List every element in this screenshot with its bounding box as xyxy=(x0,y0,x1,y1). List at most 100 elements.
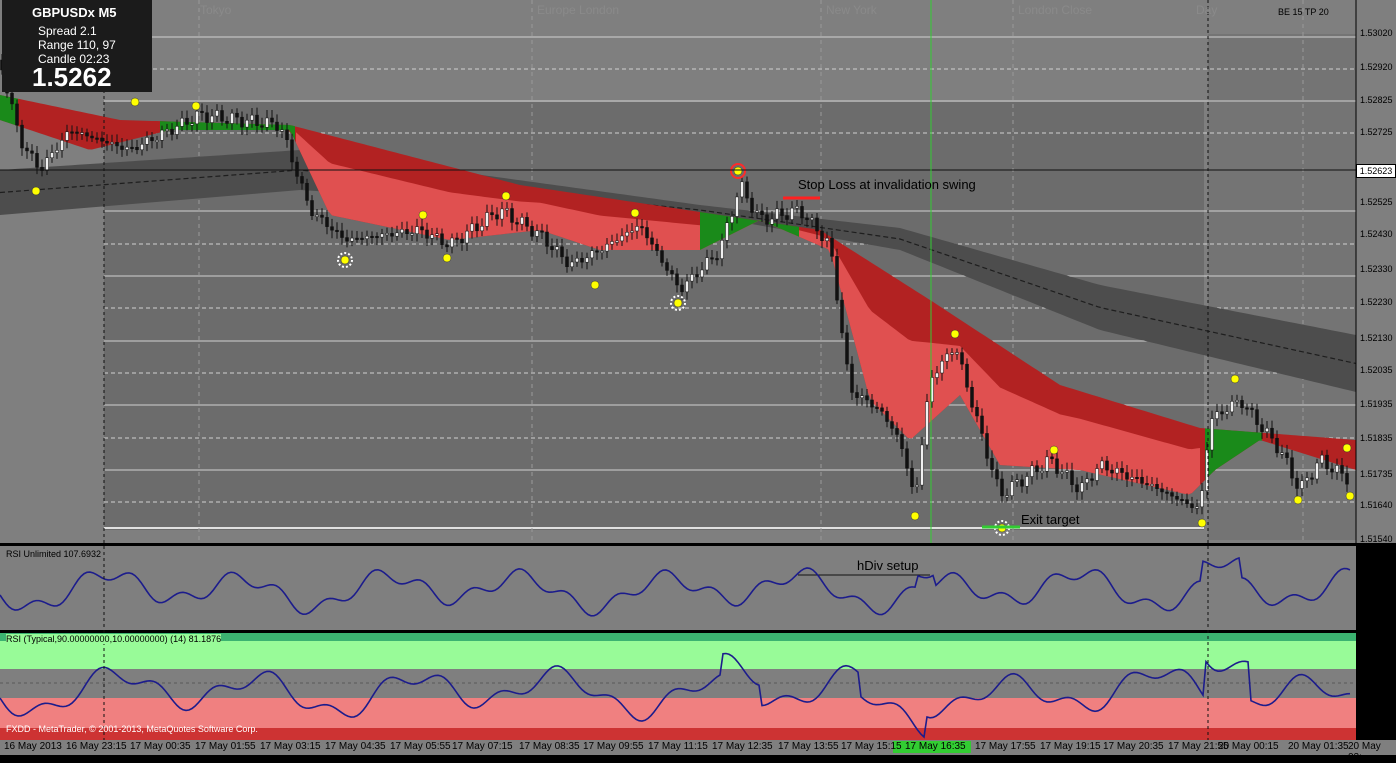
candle-body xyxy=(1135,477,1139,480)
candle-body xyxy=(665,262,669,271)
candle-body xyxy=(1000,478,1004,497)
swing-marker xyxy=(950,329,960,339)
candle-body xyxy=(220,110,224,122)
candle-body xyxy=(1265,427,1269,432)
candle-body xyxy=(1075,484,1079,493)
time-tick: 17 May 15:15 xyxy=(841,741,902,752)
candle-body xyxy=(85,132,89,137)
candle-body xyxy=(1335,465,1339,473)
swing-marker xyxy=(1230,374,1240,384)
candle-body xyxy=(500,208,504,220)
candle-body xyxy=(20,124,24,149)
candle-body xyxy=(540,230,544,233)
rsi-typical-tick: 15 xyxy=(1360,726,1371,736)
candle-body xyxy=(1245,407,1249,410)
candle-body xyxy=(760,210,764,215)
candle-body xyxy=(490,212,494,216)
candle-body xyxy=(415,226,419,234)
candle-body xyxy=(770,218,774,225)
candle-body xyxy=(595,250,599,253)
candle-body xyxy=(885,411,889,422)
candle-body xyxy=(370,235,374,238)
candle-body xyxy=(825,237,829,242)
candle-body xyxy=(1275,437,1279,454)
candle-body xyxy=(70,131,74,134)
candle-body xyxy=(365,235,369,239)
candle-body xyxy=(1300,480,1304,489)
candle-body xyxy=(15,103,19,126)
candle-body xyxy=(1260,424,1264,432)
candle-body xyxy=(115,142,119,147)
candle-body xyxy=(1225,411,1229,415)
candle-body xyxy=(985,433,989,459)
candle-body xyxy=(1310,477,1314,480)
candle-body xyxy=(520,217,524,225)
price-tick: 1.52920 xyxy=(1360,62,1393,72)
candle-body xyxy=(1110,469,1114,474)
candle-body xyxy=(745,181,749,199)
candle-body xyxy=(405,229,409,234)
swing-marker xyxy=(418,210,428,220)
candle-body xyxy=(800,206,804,219)
candle-body xyxy=(670,270,674,275)
candle-body xyxy=(285,129,289,141)
candle-body xyxy=(455,237,459,240)
session-europe-london: Europe London xyxy=(537,3,620,17)
price-tick: 1.51735 xyxy=(1360,469,1393,479)
candle-body xyxy=(830,237,834,257)
candle-body xyxy=(1145,483,1149,486)
symbol-label: GBPUSDx M5 xyxy=(32,5,117,20)
time-tick: 17 May 03:15 xyxy=(260,741,321,752)
candle-body xyxy=(360,237,364,240)
candle-body xyxy=(1240,400,1244,408)
rsi-zone-overbought xyxy=(0,641,1356,669)
candle-body xyxy=(870,399,874,408)
candle-body xyxy=(710,257,714,260)
candle-body xyxy=(750,197,754,213)
candle-body xyxy=(425,229,429,239)
candle-body xyxy=(410,233,414,236)
session-tokyo: Tokyo xyxy=(200,3,232,17)
candle-body xyxy=(25,147,29,152)
candle-body xyxy=(1085,478,1089,484)
candle-body xyxy=(1025,476,1029,487)
rsi-unlimited-tick: 143.4444 xyxy=(1360,546,1396,556)
time-tick: 17 May 00:35 xyxy=(130,741,191,752)
price-tick: 1.52825 xyxy=(1360,95,1393,105)
candle-body xyxy=(10,92,14,105)
candle-body xyxy=(495,214,499,220)
candle-body xyxy=(1065,470,1069,473)
candle-body xyxy=(1215,411,1219,419)
candle-body xyxy=(1305,477,1309,482)
candle-body xyxy=(635,226,639,232)
time-tick: 17 May 07:15 xyxy=(452,741,513,752)
candle-body xyxy=(755,210,759,213)
candle-body xyxy=(270,117,274,123)
candle-body xyxy=(225,120,229,124)
time-tick: 17 May 20:35 xyxy=(1103,741,1164,752)
candle-body xyxy=(955,352,959,355)
candle-body xyxy=(65,131,69,141)
candle-body xyxy=(300,176,304,184)
swing-marker xyxy=(733,166,743,176)
candle-body xyxy=(1060,471,1064,474)
swing-marker xyxy=(1345,491,1355,501)
candle-body xyxy=(205,112,209,123)
candle-body xyxy=(660,250,664,263)
candle-body xyxy=(345,237,349,242)
session-day: Day xyxy=(1196,3,1218,17)
time-tick: 17 May 19:15 xyxy=(1040,741,1101,752)
candle-body xyxy=(735,196,739,217)
candle-body xyxy=(1220,411,1224,415)
candle-body xyxy=(485,212,489,227)
candle-body xyxy=(845,332,849,365)
candle-body xyxy=(135,147,139,151)
candle-body xyxy=(615,240,619,243)
candle-body xyxy=(765,214,769,225)
candle-body xyxy=(1070,470,1074,485)
swing-marker xyxy=(673,298,683,308)
candle-body xyxy=(295,161,299,177)
price-tick: 1.51540 xyxy=(1360,534,1393,544)
candle-body xyxy=(675,273,679,286)
candle-body xyxy=(700,269,704,278)
